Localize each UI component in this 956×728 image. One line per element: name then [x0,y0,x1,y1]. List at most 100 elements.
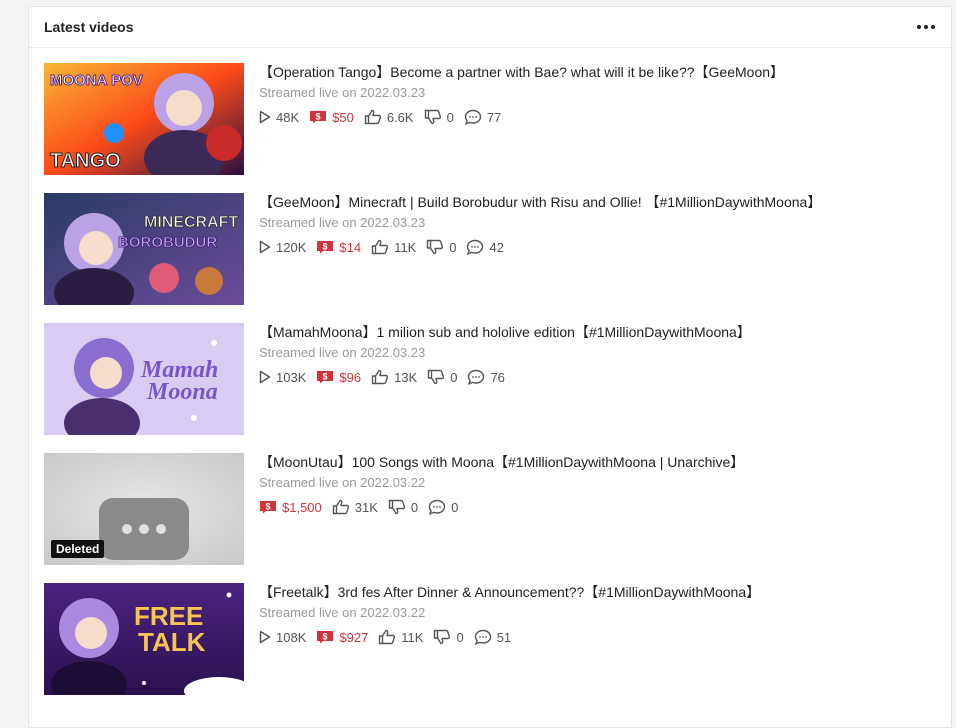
svg-text:$: $ [323,632,328,642]
superchat-icon: $ [309,110,327,124]
video-info: 【Freetalk】3rd fes After Dinner & Announc… [259,583,949,646]
svg-text:$: $ [265,502,270,512]
thumbs-down-icon [427,369,445,385]
svg-text:$: $ [316,112,321,122]
svg-text:$: $ [323,242,328,252]
superchat-amount: $96 [339,369,362,385]
video-stats: 108K $ $927 11K 0 51 [259,628,949,646]
video-title[interactable]: 【GeeMoon】Minecraft | Build Borobudur wit… [259,193,949,211]
superchat-amount: $14 [339,239,362,255]
comments-stat: 0 [428,499,458,515]
video-stats: $ $1,500 31K 0 0 [259,498,949,516]
comment-icon [474,629,492,645]
video-stats: 103K $ $96 13K 0 76 [259,368,949,386]
video-date: Streamed live on 2022.03.23 [259,215,426,230]
play-icon [259,630,271,644]
likes-stat: 11K [378,629,423,645]
comment-icon [464,109,482,125]
dislikes-count: 0 [450,369,458,385]
video-info: 【Operation Tango】Become a partner with B… [259,63,949,126]
views-stat: 48K [259,110,299,125]
video-date: Streamed live on 2022.03.23 [259,85,426,100]
thumbs-up-icon [371,239,389,255]
comments-count: 0 [451,499,459,515]
dislikes-stat: 0 [427,369,457,385]
card-title: Latest videos [44,19,134,35]
video-title[interactable]: 【Operation Tango】Become a partner with B… [259,63,949,81]
dislikes-stat: 0 [426,239,456,255]
comments-stat: 76 [467,369,505,385]
likes-stat: 13K [371,369,417,385]
dislikes-count: 0 [446,109,454,125]
likes-count: 13K [394,369,418,385]
thumb-text: Moona [146,379,218,405]
dislikes-count: 0 [456,629,464,645]
thumb-text: MINECRAFT [144,214,238,231]
play-icon [259,370,271,384]
views-stat: 120K [259,240,306,255]
thumb-text: TALK [138,627,206,657]
more-dots-icon [917,25,921,29]
superchat-stat: $ $927 [316,630,368,645]
views-stat: 103K [259,370,306,385]
views-count: 103K [276,369,307,385]
superchat-icon: $ [259,500,277,514]
superchat-stat: $ $1,500 [259,500,322,515]
superchat-icon: $ [316,370,334,384]
video-thumbnail[interactable]: Deleted [44,453,244,565]
deleted-badge: Deleted [51,540,105,558]
thumbs-down-icon [388,499,406,515]
video-stats: 48K $ $50 6.6K 0 77 [259,108,949,126]
svg-text:$: $ [323,372,328,382]
thumbs-up-icon [378,629,396,645]
likes-stat: 6.6K [364,109,414,125]
video-title[interactable]: 【MamahMoona】1 milion sub and hololive ed… [259,323,949,341]
thumbs-down-icon [424,109,442,125]
video-thumbnail[interactable]: Mamah Moona [44,323,244,435]
comment-icon [428,499,446,515]
video-stats: 120K $ $14 11K 0 42 [259,238,949,256]
video-thumbnail[interactable]: FREE TALK [44,583,244,695]
comments-count: 77 [486,109,502,125]
dislikes-stat: 0 [424,109,454,125]
dislikes-stat: 0 [388,499,418,515]
comments-stat: 42 [466,239,504,255]
dislikes-count: 0 [449,239,457,255]
dislikes-count: 0 [410,499,419,515]
dislikes-stat: 0 [433,629,464,645]
thumb-text: TANGO [50,150,121,172]
likes-count: 6.6K [386,109,414,125]
superchat-stat: $ $50 [309,110,354,125]
likes-stat: 11K [371,239,416,255]
superchat-amount: $50 [332,109,354,125]
views-count: 120K [276,239,307,255]
likes-count: 31K [354,499,378,515]
thumbs-down-icon [426,239,444,255]
thumb-text: BOROBUDUR [118,234,217,251]
superchat-icon: $ [316,240,334,254]
superchat-stat: $ $14 [316,240,361,255]
thumbs-up-icon [364,109,382,125]
views-count: 48K [276,109,300,125]
likes-count: 11K [394,239,417,255]
views-stat: 108K [259,630,306,645]
comments-count: 42 [489,239,504,255]
superchat-amount: $1,500 [282,499,322,515]
comment-icon [467,369,485,385]
video-date: Streamed live on 2022.03.22 [259,475,426,490]
latest-videos-card: Latest videos MOONA POV TANGO 【Operation… [28,6,952,728]
thumbs-up-icon [332,499,350,515]
video-date: Streamed live on 2022.03.23 [259,345,426,360]
thumb-text: MOONA POV [50,72,143,89]
likes-stat: 31K [332,499,378,515]
video-title[interactable]: 【Freetalk】3rd fes After Dinner & Announc… [259,583,949,601]
video-thumbnail[interactable]: MOONA POV TANGO [44,63,244,175]
video-title[interactable]: 【MoonUtau】100 Songs with Moona【#1Million… [259,453,949,471]
superchat-stat: $ $96 [316,370,361,385]
video-thumbnail[interactable]: MINECRAFT BOROBUDUR [44,193,244,305]
more-options-button[interactable] [913,14,939,40]
comments-count: 51 [496,629,512,645]
play-icon [259,110,271,124]
comments-stat: 51 [474,629,511,645]
video-date: Streamed live on 2022.03.22 [259,605,426,620]
